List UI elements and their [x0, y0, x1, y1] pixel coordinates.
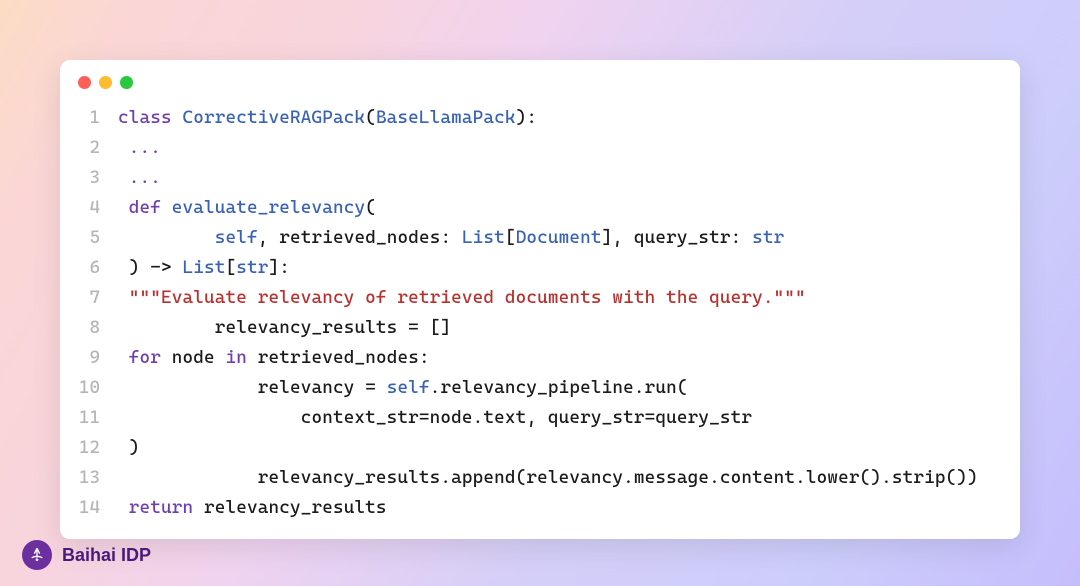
line-number: 6 [60, 253, 118, 283]
line-number: 10 [60, 373, 118, 403]
close-icon[interactable] [78, 76, 91, 89]
code-content: """Evaluate relevancy of retrieved docum… [118, 283, 806, 313]
code-window: 1class CorrectiveRAGPack(BaseLlamaPack):… [60, 60, 1020, 539]
code-content: relevancy = self.relevancy_pipeline.run( [118, 373, 688, 403]
code-content: ) -> List[str]: [118, 253, 290, 283]
code-content: class CorrectiveRAGPack(BaseLlamaPack): [118, 103, 537, 133]
brand-badge: Baihai IDP [22, 540, 151, 570]
code-content: context_str=node.text, query_str=query_s… [118, 403, 752, 433]
code-line: 14 return relevancy_results [60, 493, 1020, 523]
code-line: 9 for node in retrieved_nodes: [60, 343, 1020, 373]
code-content: relevancy_results.append(relevancy.messa… [118, 463, 978, 493]
line-number: 3 [60, 163, 118, 193]
minimize-icon[interactable] [99, 76, 112, 89]
line-number: 13 [60, 463, 118, 493]
code-content: ... [118, 163, 161, 193]
code-line: 3 ... [60, 163, 1020, 193]
code-line: 1class CorrectiveRAGPack(BaseLlamaPack): [60, 103, 1020, 133]
code-line: 7 """Evaluate relevancy of retrieved doc… [60, 283, 1020, 313]
code-content: relevancy_results = [] [118, 313, 451, 343]
line-number: 8 [60, 313, 118, 343]
code-line: 6 ) -> List[str]: [60, 253, 1020, 283]
code-body: 1class CorrectiveRAGPack(BaseLlamaPack):… [60, 99, 1020, 523]
code-line: 13 relevancy_results.append(relevancy.me… [60, 463, 1020, 493]
code-content: for node in retrieved_nodes: [118, 343, 430, 373]
code-line: 10 relevancy = self.relevancy_pipeline.r… [60, 373, 1020, 403]
code-content: ) [118, 433, 140, 463]
line-number: 11 [60, 403, 118, 433]
line-number: 7 [60, 283, 118, 313]
maximize-icon[interactable] [120, 76, 133, 89]
line-number: 12 [60, 433, 118, 463]
line-number: 5 [60, 223, 118, 253]
line-number: 1 [60, 103, 118, 133]
line-number: 14 [60, 493, 118, 523]
code-line: 5 self, retrieved_nodes: List[Document],… [60, 223, 1020, 253]
line-number: 2 [60, 133, 118, 163]
code-content: def evaluate_relevancy( [118, 193, 376, 223]
line-number: 4 [60, 193, 118, 223]
code-line: 12 ) [60, 433, 1020, 463]
line-number: 9 [60, 343, 118, 373]
code-content: self, retrieved_nodes: List[Document], q… [118, 223, 784, 253]
brand-text: Baihai IDP [62, 545, 151, 566]
code-line: 2 ... [60, 133, 1020, 163]
code-content: ... [118, 133, 161, 163]
code-line: 11 context_str=node.text, query_str=quer… [60, 403, 1020, 433]
brand-logo-icon [22, 540, 52, 570]
code-line: 8 relevancy_results = [] [60, 313, 1020, 343]
code-content: return relevancy_results [118, 493, 387, 523]
code-line: 4 def evaluate_relevancy( [60, 193, 1020, 223]
window-titlebar [60, 60, 1020, 99]
